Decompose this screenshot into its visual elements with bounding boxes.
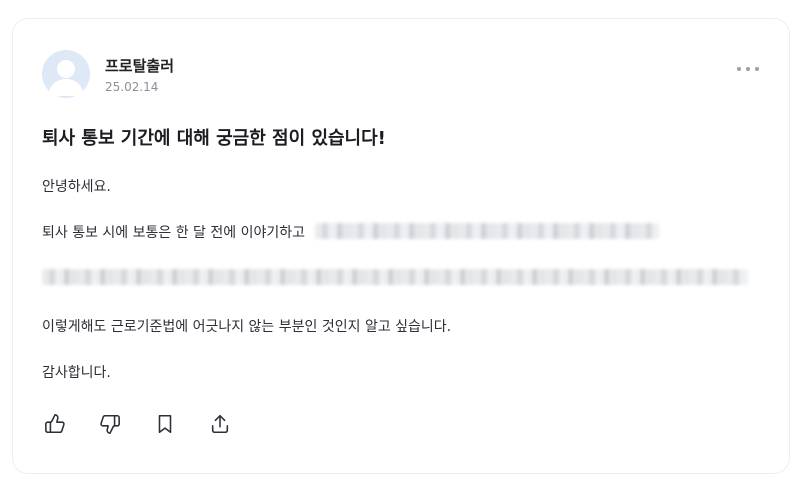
thumbs-up-icon [45, 414, 65, 434]
redacted-text-2 [42, 269, 748, 285]
post-card: 프로탈출러 25.02.14 퇴사 통보 기간에 대해 궁금한 점이 있습니다!… [12, 18, 790, 474]
user-placeholder-icon [48, 60, 84, 96]
thumbs-down-icon [100, 414, 120, 434]
bookmark-button[interactable] [153, 412, 177, 436]
post-line-4: 이렇게해도 근로기준법에 어긋나지 않는 부분인 것인지 알고 싶습니다. [42, 319, 452, 335]
post-date: 25.02.14 [105, 80, 159, 94]
share-icon [211, 414, 229, 434]
author-name[interactable]: 프로탈출러 [105, 55, 174, 76]
bookmark-icon [158, 414, 172, 434]
redacted-text-1 [315, 223, 659, 239]
post-greeting: 안녕하세요. [42, 179, 111, 195]
avatar[interactable] [42, 50, 90, 98]
post-title: 퇴사 통보 기간에 대해 궁금한 점이 있습니다! [42, 128, 386, 149]
like-button[interactable] [43, 412, 67, 436]
more-options-icon[interactable] [737, 62, 759, 76]
post-closing: 감사합니다. [42, 365, 111, 381]
share-button[interactable] [208, 412, 232, 436]
post-actions [43, 412, 263, 436]
post-line-2: 퇴사 통보 시에 보통은 한 달 전에 이야기하고 [42, 225, 305, 241]
dislike-button[interactable] [98, 412, 122, 436]
